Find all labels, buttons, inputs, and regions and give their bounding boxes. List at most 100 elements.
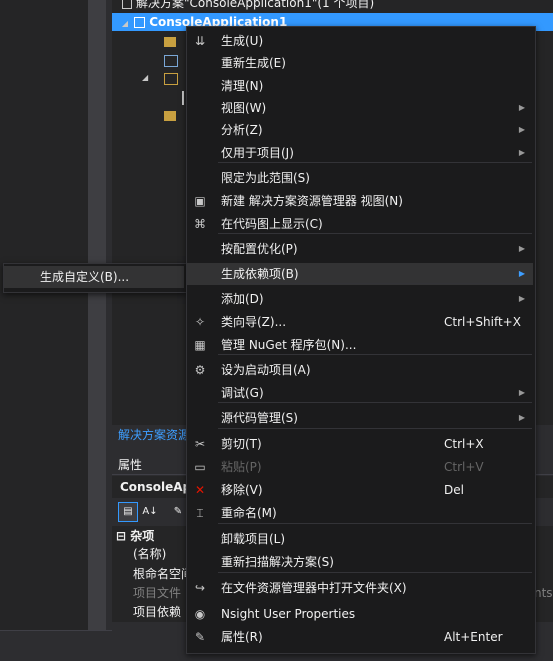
cut-icon: ✂ — [194, 437, 206, 451]
menu-item-label: 移除(V) — [221, 483, 263, 497]
menu-item[interactable]: ✕ 移除(V) Del — [187, 479, 533, 501]
menu-item[interactable]: ⚙ 设为启动项目(A) — [187, 359, 533, 381]
menu-item[interactable]: ✧ 类向导(Z)... Ctrl+Shift+X — [187, 311, 533, 333]
build-customizations-item[interactable]: 生成自定义(B)... — [4, 266, 184, 288]
collapse-icon[interactable]: ⊟ — [116, 529, 130, 543]
partial-value-text: nts — [534, 586, 553, 600]
submenu-arrow-icon: ▶ — [518, 388, 525, 397]
menu-separator — [218, 523, 532, 524]
properties-title: 属性 — [118, 458, 143, 472]
submenu-arrow-icon: ▶ — [518, 269, 525, 278]
menu-separator — [218, 402, 532, 403]
left-scrollbar[interactable] — [88, 0, 106, 630]
menu-item[interactable]: 限定为此范围(S) — [187, 167, 533, 189]
menu-separator — [218, 233, 532, 234]
open-folder-icon: ↪ — [194, 581, 206, 595]
menu-item-shortcut: Ctrl+Shift+X — [444, 315, 521, 329]
menu-item[interactable]: ⌘ 在代码图上显示(C) — [187, 213, 533, 235]
menu-item[interactable]: 源代码管理(S) ▶ — [187, 407, 533, 429]
menu-item-label: 按配置优化(P) — [221, 242, 298, 256]
prop-row-root-namespace[interactable]: 根命名空间 — [133, 566, 193, 582]
menu-separator — [218, 162, 532, 163]
menu-item[interactable]: 卸载项目(L) — [187, 528, 533, 550]
menu-item[interactable]: 视图(W) ▶ — [187, 97, 533, 119]
menu-item[interactable]: 添加(D) ▶ — [187, 288, 533, 310]
paste-icon: ▭ — [194, 460, 206, 474]
menu-item-label: 添加(D) — [221, 292, 264, 306]
menu-item[interactable]: 仅用于项目(J) ▶ — [187, 142, 533, 164]
expand-arrow-icon[interactable]: ◢ — [120, 15, 130, 33]
remove-icon: ✕ — [194, 483, 206, 497]
nsight-icon: ◉ — [194, 607, 206, 621]
references-icon — [164, 55, 178, 67]
wrench-icon: ✎ — [194, 630, 206, 644]
menu-item-label: 仅用于项目(J) — [221, 146, 294, 160]
menu-item[interactable]: ▦ 管理 NuGet 程序包(N)... — [187, 334, 533, 356]
properties-object-name: ConsoleAp — [120, 480, 192, 494]
menu-item[interactable]: ↪ 在文件资源管理器中打开文件夹(X) — [187, 577, 533, 599]
menu-item-label: 调试(G) — [221, 386, 264, 400]
submenu-arrow-icon: ▶ — [518, 413, 525, 422]
nuget-icon: ▦ — [194, 338, 206, 352]
menu-item[interactable]: 调试(G) ▶ — [187, 382, 533, 404]
menu-item[interactable]: ▣ 新建 解决方案资源管理器 视图(N) — [187, 190, 533, 212]
menu-item-label: 在代码图上显示(C) — [221, 217, 323, 231]
code-map-icon: ⌘ — [194, 217, 206, 231]
text-cursor — [182, 91, 184, 105]
menu-item[interactable]: 重新生成(E) — [187, 52, 533, 74]
menu-item-label: 源代码管理(S) — [221, 411, 298, 425]
menu-item[interactable]: 重新扫描解决方案(S) — [187, 551, 533, 573]
prop-row-dependencies[interactable]: 项目依赖 — [133, 604, 181, 620]
menu-item-label: 卸载项目(L) — [221, 532, 286, 546]
submenu-arrow-icon: ▶ — [518, 244, 525, 253]
menu-item[interactable]: 按配置优化(P) ▶ — [187, 238, 533, 260]
menu-item-shortcut: Ctrl+X — [444, 437, 484, 451]
build-icon: ⇊ — [194, 34, 206, 48]
category-label: 杂项 — [130, 529, 155, 543]
menu-separator — [218, 428, 532, 429]
menu-item-label: 重新扫描解决方案(S) — [221, 555, 334, 569]
menu-item-label: 类向导(Z)... — [221, 315, 287, 329]
menu-item-label: 视图(W) — [221, 101, 267, 115]
menu-item-label: 重新生成(E) — [221, 56, 286, 70]
menu-item[interactable]: ⇊ 生成(U) — [187, 30, 533, 52]
menu-item[interactable]: 生成依赖项(B) ▶ — [187, 263, 533, 285]
menu-item-label: 生成依赖项(B) — [221, 267, 299, 281]
menu-item[interactable]: ✎ 属性(R) Alt+Enter — [187, 626, 533, 648]
menu-item[interactable]: 分析(Z) ▶ — [187, 119, 533, 141]
menu-item[interactable]: 清理(N) — [187, 75, 533, 97]
tree-solution-row[interactable]: 解决方案"ConsoleApplication1"(1 个项目) — [122, 0, 374, 12]
menu-item-label: 新建 解决方案资源管理器 视图(N) — [221, 194, 403, 208]
menu-item-shortcut: Ctrl+V — [444, 460, 484, 474]
menu-item[interactable]: ◉ Nsight User Properties — [187, 603, 533, 625]
category-row[interactable]: ⊟ 杂项 — [116, 528, 154, 544]
menu-item-label: 管理 NuGet 程序包(N)... — [221, 338, 357, 352]
wrench-icon[interactable]: ✎ — [168, 502, 188, 522]
solution-explorer-tab[interactable]: 解决方案资源 — [118, 426, 190, 443]
categorized-icon[interactable]: ▤ — [118, 502, 138, 522]
menu-item-label: Nsight User Properties — [221, 607, 356, 621]
solution-icon — [122, 0, 132, 9]
submenu-arrow-icon: ▶ — [518, 148, 525, 157]
menu-item-label: 清理(N) — [221, 79, 264, 93]
menu-item-label: 设为启动项目(A) — [221, 363, 311, 377]
menu-separator — [218, 354, 532, 355]
menu-item[interactable]: ✂ 剪切(T) Ctrl+X — [187, 433, 533, 455]
project-icon — [134, 17, 146, 28]
menu-item: ▭ 粘贴(P) Ctrl+V — [187, 456, 533, 478]
class-wizard-icon: ✧ — [194, 315, 206, 329]
menu-item-label: 剪切(T) — [221, 437, 262, 451]
submenu-arrow-icon: ▶ — [518, 125, 525, 134]
menu-item[interactable]: ⌶ 重命名(M) — [187, 502, 533, 524]
left-panel — [0, 0, 88, 630]
expand-arrow-icon[interactable]: ◢ — [142, 73, 148, 82]
menu-item-shortcut: Del — [444, 483, 464, 497]
solution-label: 解决方案"ConsoleApplication1"(1 个项目) — [136, 0, 375, 10]
prop-row-name[interactable]: (名称) — [133, 546, 166, 562]
menu-item-label: 限定为此范围(S) — [221, 171, 310, 185]
rename-icon: ⌶ — [196, 506, 204, 520]
new-view-icon: ▣ — [194, 194, 206, 208]
alphabetical-icon[interactable]: A↓ — [140, 502, 160, 522]
folder-icon — [164, 111, 176, 121]
prop-row-project-file[interactable]: 项目文件 — [133, 585, 181, 601]
